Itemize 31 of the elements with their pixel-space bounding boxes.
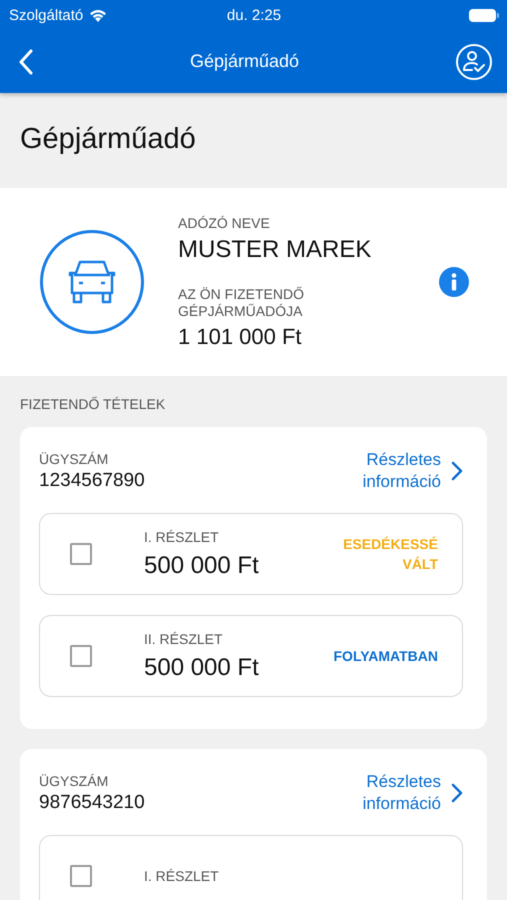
info-icon[interactable] [439, 267, 469, 297]
field-label: AZ ÖN FIZETENDŐ GÉPJÁRMŰADÓJA [178, 286, 305, 320]
installment-label: I. RÉSZLET [144, 868, 220, 884]
car-icon [66, 259, 118, 305]
nav-title: Gépjárműadó [190, 51, 300, 72]
checkbox[interactable] [70, 865, 92, 887]
page-title: Gépjárműadó [19, 122, 197, 157]
status-time: du. 2:25 [226, 6, 282, 24]
installment-status: ESEDÉKESSÉ VÁLT [342, 535, 438, 574]
battery-icon [469, 8, 499, 22]
case-label: ÜGYSZÁM [39, 772, 110, 790]
case-number: 9876543210 [39, 792, 145, 814]
checkbox[interactable] [70, 543, 92, 565]
details-link[interactable]: Részletes információ [351, 449, 463, 493]
installment-status: FOLYAMATBAN [332, 647, 438, 666]
taxpayer-name: MUSTER MAREK [178, 236, 372, 264]
section-title: FIZETENDŐ TÉTELEK [19, 395, 166, 414]
chevron-right-icon [451, 461, 463, 481]
carrier-name: Szolgáltató [9, 6, 84, 24]
checkbox[interactable] [70, 645, 92, 667]
wifi-icon [89, 8, 108, 22]
chevron-right-icon [451, 783, 463, 803]
installment-amount: 500 000 Ft [144, 552, 260, 580]
tax-amount: 1 101 000 Ft [178, 324, 303, 350]
installment-label: II. RÉSZLET [144, 630, 224, 648]
case-number: 1234567890 [39, 470, 145, 492]
case-label: ÜGYSZÁM [39, 450, 110, 468]
installment-amount: 500 000 Ft [144, 654, 260, 682]
field-label: ADÓZÓ NEVE [178, 214, 271, 232]
installment-label: I. RÉSZLET [144, 528, 220, 546]
details-link[interactable]: Részletes információ [351, 771, 463, 815]
